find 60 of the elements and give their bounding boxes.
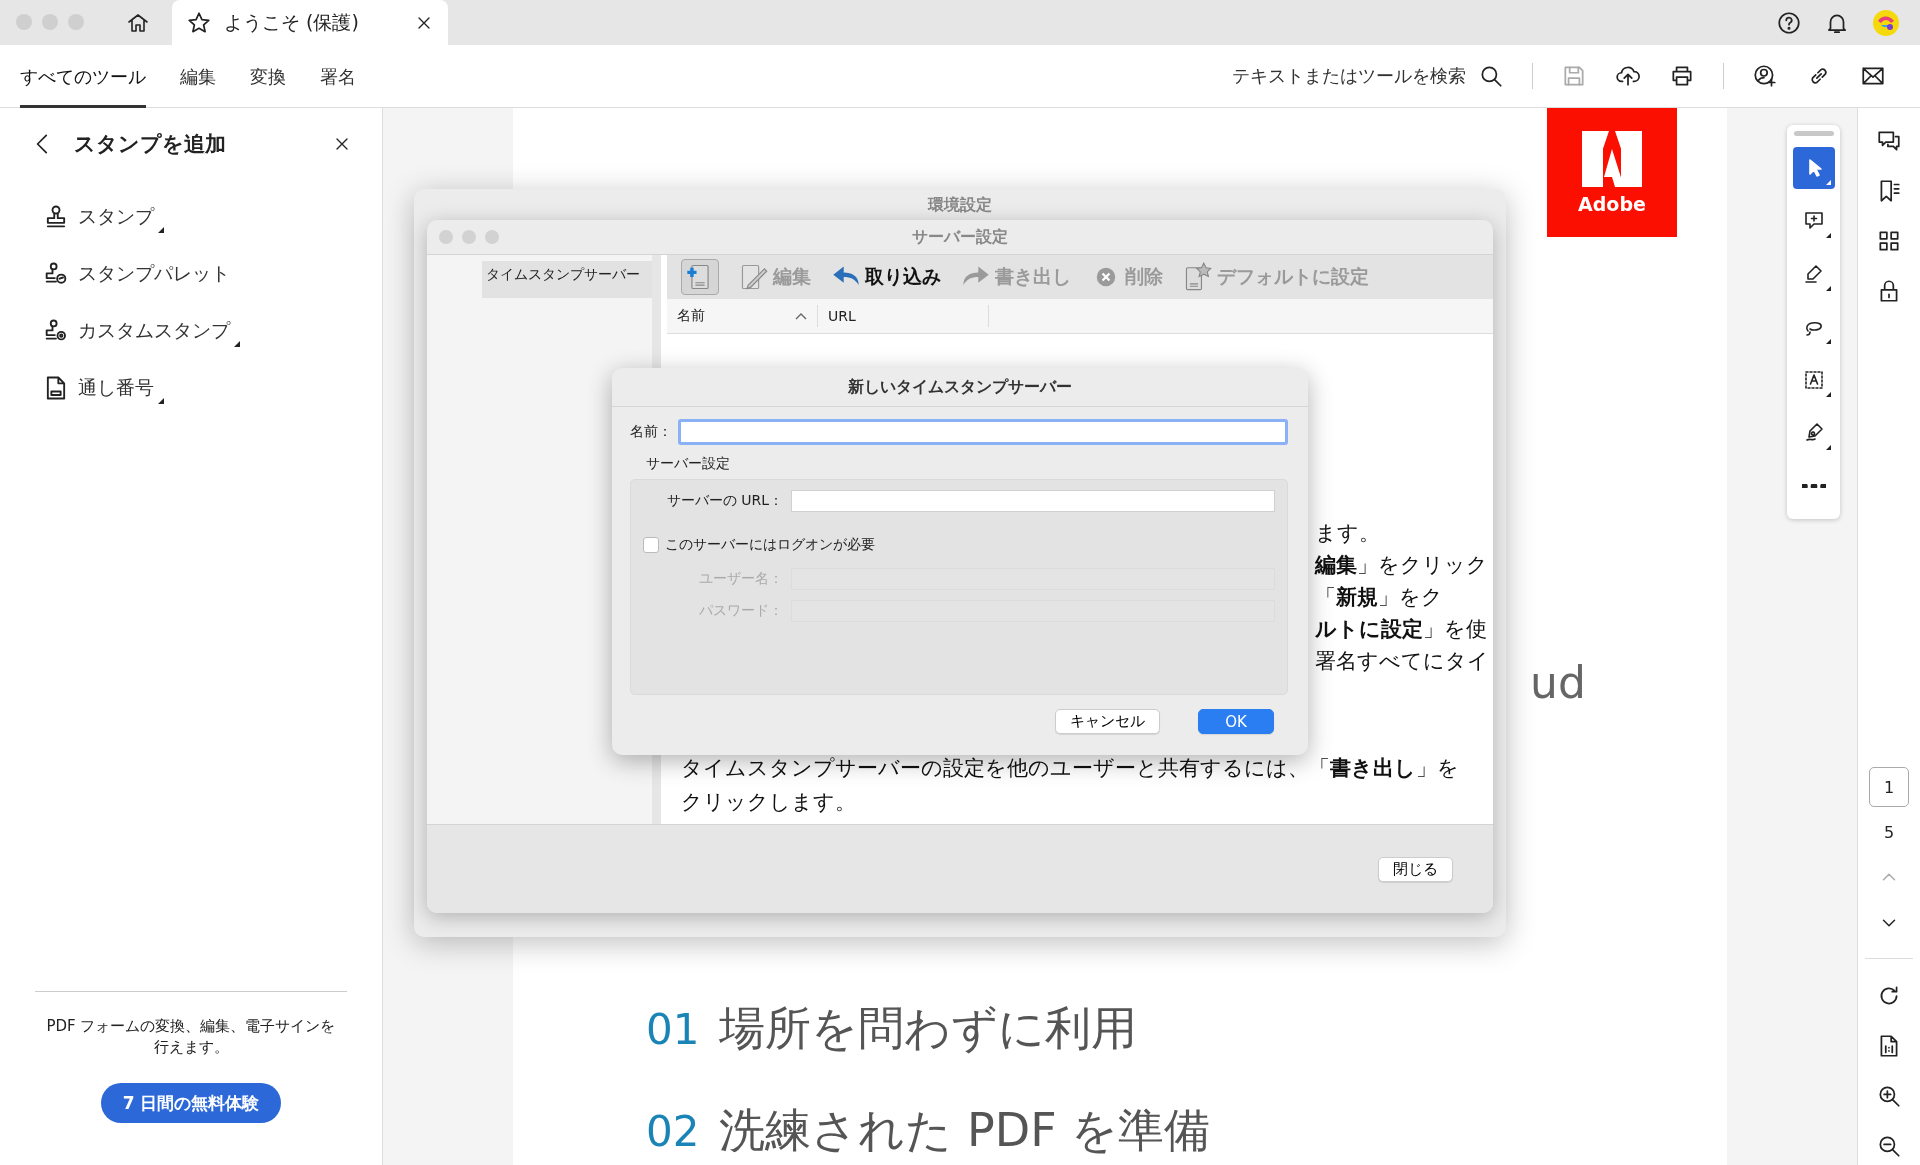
tool-item[interactable]: スタンプパレット bbox=[0, 245, 382, 302]
group-label: サーバー設定 bbox=[646, 455, 731, 473]
feature-title: 洗練された PDF を準備 bbox=[719, 1102, 1211, 1159]
menu-tab[interactable]: 変換 bbox=[250, 47, 286, 108]
checkbox-label: このサーバーにはログオンが必要 bbox=[665, 536, 875, 554]
column-header[interactable]: URL bbox=[818, 305, 989, 327]
document-text: ルトに設定」を使 bbox=[1315, 616, 1488, 643]
feature-number: 02 bbox=[646, 1107, 700, 1156]
document-text: 編集」をクリック bbox=[1315, 552, 1489, 579]
drag-handle[interactable] bbox=[1793, 131, 1834, 136]
menu-tab[interactable]: すべてのツール bbox=[20, 47, 146, 108]
document-tab[interactable]: ようこそ (保護) bbox=[172, 0, 448, 45]
menu-tab[interactable]: 編集 bbox=[180, 47, 216, 108]
more-icon bbox=[1801, 483, 1826, 489]
field-label: サーバーの URL： bbox=[665, 492, 784, 510]
document-text: ます。 bbox=[1315, 520, 1381, 547]
window-title: 環境設定 bbox=[926, 194, 993, 216]
document-text: 署名すべてにタイ bbox=[1315, 648, 1490, 675]
home-icon[interactable] bbox=[126, 11, 150, 35]
search-icon bbox=[1478, 63, 1504, 89]
tab-title: ようこそ (保護) bbox=[224, 9, 359, 35]
avatar bbox=[1872, 8, 1900, 37]
comments-icon[interactable] bbox=[1876, 128, 1902, 154]
tool-item[interactable]: スタンプ bbox=[0, 188, 382, 245]
ok-button[interactable]: OK bbox=[1198, 709, 1274, 734]
grid-icon[interactable] bbox=[1876, 228, 1902, 254]
document-text: タイムスタンプサーバーの設定を他のユーザーと共有するには、「書き出し」をクリックします。 bbox=[681, 755, 1460, 816]
field-label: 名前： bbox=[630, 423, 672, 441]
default-star-icon bbox=[1183, 262, 1213, 292]
search-button[interactable]: テキストまたはツールを検索 bbox=[1232, 63, 1504, 89]
feature-title: 場所を問わずに利用 bbox=[719, 1000, 1138, 1057]
print-icon[interactable] bbox=[1669, 63, 1695, 89]
feature-number: 01 bbox=[646, 1005, 700, 1054]
column-header[interactable]: 名前 bbox=[667, 305, 818, 327]
tool-item[interactable]: カスタムスタンプ bbox=[0, 302, 382, 359]
close-button[interactable]: 閉じる bbox=[1378, 856, 1453, 882]
dialog-title: 新しいタイムスタンプサーバー bbox=[612, 368, 1308, 407]
checkbox[interactable] bbox=[643, 537, 659, 553]
zoom-out-icon[interactable] bbox=[1876, 1133, 1902, 1159]
help-icon[interactable] bbox=[1776, 9, 1802, 36]
toolbar-button[interactable]: 取り込み bbox=[831, 262, 941, 292]
zoom-in-icon[interactable] bbox=[1876, 1083, 1902, 1109]
window-title: サーバー設定 bbox=[912, 226, 1008, 248]
name-field[interactable] bbox=[678, 419, 1288, 445]
category-item[interactable]: タイムスタンプサーバー bbox=[482, 261, 652, 298]
page-count: 5 bbox=[1883, 823, 1895, 842]
logo: Adobe bbox=[1547, 108, 1677, 237]
menu-tab[interactable]: 署名 bbox=[320, 47, 356, 108]
panel-title: スタンプを追加 bbox=[74, 131, 226, 158]
trial-button[interactable]: 7 日間の無料体験 bbox=[100, 1083, 282, 1123]
page-number-field[interactable]: 1 bbox=[1869, 767, 1909, 807]
add-server-button[interactable] bbox=[681, 259, 719, 295]
promo-text: PDF フォームの変換、編集、電子サインを行えます。 bbox=[45, 1015, 337, 1059]
heading-text: ud bbox=[1530, 657, 1587, 708]
cancel-button[interactable]: キャンセル bbox=[1055, 709, 1160, 734]
add-user-icon[interactable] bbox=[1752, 63, 1778, 89]
document-text: 「新規」をク bbox=[1315, 584, 1444, 611]
tool-item[interactable]: 通し番号 bbox=[0, 359, 382, 416]
edit-document-icon bbox=[739, 262, 769, 292]
url-field[interactable] bbox=[791, 490, 1275, 512]
